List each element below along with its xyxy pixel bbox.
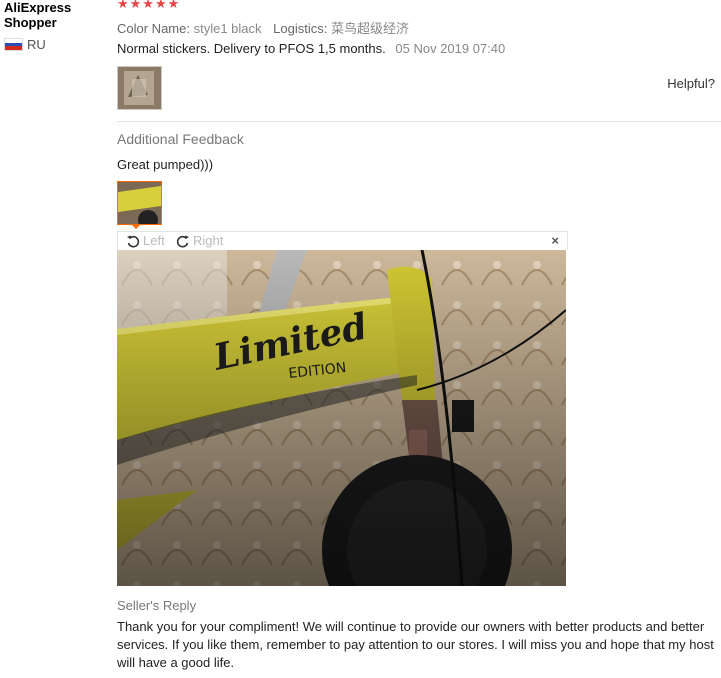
review-meta: Color Name: style1 black Logistics: 菜鸟超级…: [117, 18, 417, 37]
review-text: Normal stickers. Delivery to PFOS 1,5 mo…: [117, 41, 386, 56]
rotate-left-button[interactable]: Left: [126, 233, 165, 248]
additional-feedback-label: Additional Feedback: [117, 131, 244, 147]
rotate-left-icon: [127, 235, 140, 247]
review-photo-large: Limited EDITION: [117, 250, 566, 586]
seller-reply-text: Thank you for your compliment! We will c…: [117, 619, 714, 670]
selected-thumbnail-indicator: [131, 224, 141, 229]
close-icon[interactable]: ×: [551, 233, 559, 248]
star-rating: ★★★★★: [117, 0, 181, 11]
rotate-right-label: Right: [193, 233, 224, 248]
color-name-value: style1 black: [193, 21, 262, 36]
flag-icon: [4, 38, 23, 51]
review-text-line: Normal stickers. Delivery to PFOS 1,5 mo…: [117, 41, 505, 56]
helpful-button[interactable]: Helpful?: [667, 76, 715, 91]
additional-photo-thumbnail[interactable]: [117, 181, 162, 225]
country-code: RU: [27, 37, 46, 52]
review-date: 05 Nov 2019 07:40: [395, 41, 506, 56]
reviewer-country: RU: [4, 37, 46, 52]
logistics-value: 菜鸟超级经济: [330, 21, 409, 36]
image-viewer-toolbar: Left Right ×: [117, 231, 568, 250]
additional-feedback-text: Great pumped))): [117, 157, 214, 172]
review-photo-thumbnail[interactable]: [117, 66, 162, 110]
rotate-left-label: Left: [143, 233, 165, 248]
reviewer-name: AliExpress Shopper: [4, 0, 72, 30]
divider: [117, 121, 721, 122]
seller-reply-label: Seller's Reply: [117, 598, 197, 613]
logistics-key: Logistics:: [273, 21, 328, 36]
rotate-right-button[interactable]: Right: [176, 233, 223, 248]
rotate-right-icon: [176, 235, 189, 247]
color-name-key: Color Name:: [117, 21, 190, 36]
